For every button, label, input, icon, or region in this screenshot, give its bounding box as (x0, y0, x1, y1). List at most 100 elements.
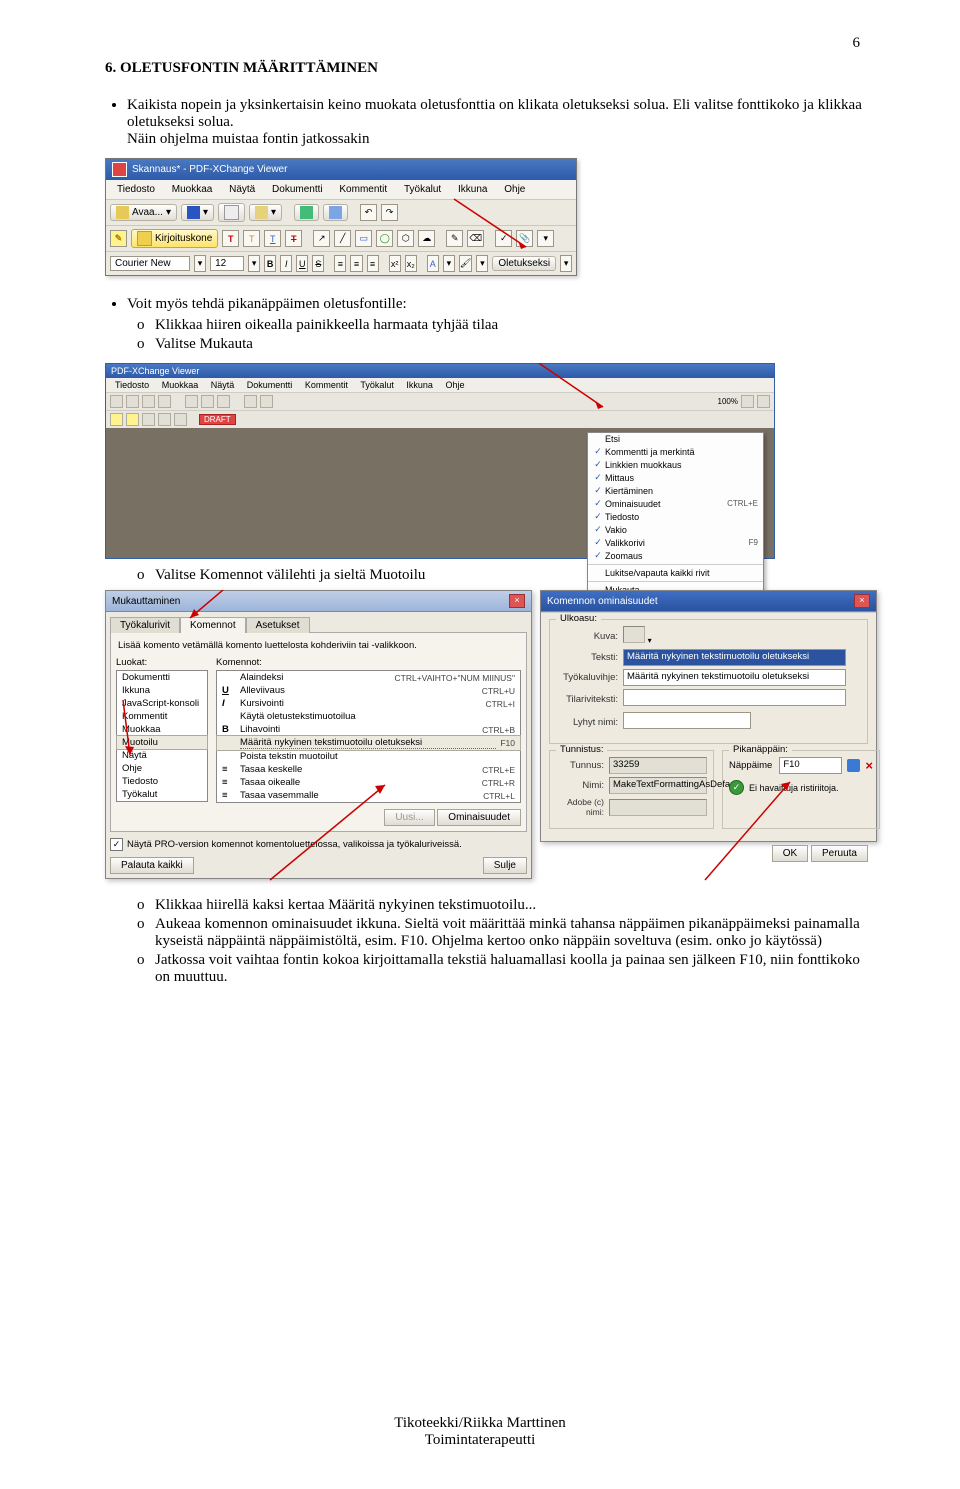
strike-tool-icon[interactable]: T (285, 230, 302, 247)
hotkey-field[interactable]: F10 (779, 757, 842, 774)
chevron-down-icon[interactable]: ▾ (476, 255, 488, 272)
font-name-input[interactable]: Courier New (110, 256, 190, 271)
toolbar-icon[interactable] (244, 395, 257, 408)
lyhyt-field[interactable] (623, 712, 751, 729)
sup-icon[interactable]: x² (389, 255, 401, 272)
mail-button[interactable]: ▾ (249, 204, 282, 221)
font-color-icon[interactable]: A (427, 255, 439, 272)
menu-item[interactable]: Muokkaa (165, 182, 220, 197)
list-item[interactable]: Muotoilu (116, 735, 208, 750)
tab-komennot[interactable]: Komennot (180, 617, 246, 633)
context-item[interactable]: ✓Vakio (588, 523, 763, 536)
list-item[interactable]: JavaScript-konsoli (117, 697, 207, 710)
fill-color-icon[interactable]: 🖌 (459, 255, 472, 272)
context-item[interactable]: ✓Kommentti ja merkintä (588, 445, 763, 458)
uusi-button[interactable]: Uusi... (384, 809, 434, 826)
oval-tool-icon[interactable]: ◯ (376, 230, 393, 247)
highlight-icon[interactable]: ✎ (110, 230, 127, 247)
toolbar-icon[interactable] (126, 395, 139, 408)
list-item[interactable]: Kommentit (117, 710, 207, 723)
context-item[interactable]: Etsi (588, 433, 763, 445)
strike-icon[interactable]: S (312, 255, 324, 272)
save-button[interactable]: ▾ (181, 204, 214, 221)
context-item[interactable]: ✓Tiedosto (588, 510, 763, 523)
toolbar-icon[interactable] (757, 395, 770, 408)
palauta-button[interactable]: Palauta kaikki (110, 857, 194, 874)
context-item[interactable]: ✓Zoomaus (588, 549, 763, 562)
list-item[interactable]: Käytä oletustekstimuotoilua (217, 710, 520, 723)
context-item[interactable]: ✓Mittaus (588, 471, 763, 484)
menu-item[interactable]: Kommentit (300, 379, 353, 391)
arrow-tool-icon[interactable]: ↗ (313, 230, 330, 247)
align-right-icon[interactable]: ≡ (367, 255, 379, 272)
list-item[interactable]: ≡Tasaa vasemmalleCTRL+L (217, 789, 520, 802)
highlight-tool-icon[interactable]: T (243, 230, 260, 247)
context-item-lock[interactable]: Lukitse/vapauta kaikki rivit (588, 567, 763, 579)
underline-icon[interactable]: U (296, 255, 308, 272)
context-item[interactable]: ✓Linkkien muokkaus (588, 458, 763, 471)
poly-tool-icon[interactable]: ⬡ (397, 230, 414, 247)
context-item[interactable]: ✓ValikkoriviF9 (588, 536, 763, 549)
ominaisuudet-button[interactable]: Ominaisuudet (437, 809, 521, 826)
undo-icon[interactable]: ↶ (360, 204, 377, 221)
menu-item[interactable]: Ikkuna (401, 379, 438, 391)
menu-item[interactable]: Tiedosto (110, 379, 154, 391)
align-center-icon[interactable]: ≡ (350, 255, 362, 272)
list-item[interactable]: IKursivointiCTRL+I (217, 697, 520, 710)
list-item[interactable]: Poista tekstin muotoilut (217, 750, 520, 763)
rect-tool-icon[interactable]: ▭ (355, 230, 372, 247)
chevron-down-icon[interactable]: ▾ (248, 255, 260, 272)
clear-icon[interactable]: × (865, 758, 873, 773)
oletukseksi-button[interactable]: Oletukseksi (492, 256, 556, 271)
chevron-down-icon[interactable]: ▾ (443, 255, 455, 272)
toolbar-icon[interactable] (741, 395, 754, 408)
menu-item[interactable]: Muokkaa (157, 379, 204, 391)
more-icon[interactable]: ▾ (537, 230, 554, 247)
tab-tyokalurivit[interactable]: Työkalurivit (110, 617, 180, 633)
redo-icon[interactable]: ↷ (381, 204, 398, 221)
list-item[interactable]: ≡Tasaa oikealleCTRL+R (217, 776, 520, 789)
print-button[interactable] (218, 203, 245, 222)
list-item[interactable]: Ohje (117, 762, 207, 775)
menu-item[interactable]: Dokumentti (265, 182, 330, 197)
eraser-tool-icon[interactable]: ⌫ (467, 230, 484, 247)
list-item[interactable]: Työkalut (117, 788, 207, 801)
context-item[interactable]: ✓Kiertäminen (588, 484, 763, 497)
text-tool-icon[interactable]: T (222, 230, 239, 247)
chevron-down-icon[interactable]: ▾ (560, 255, 572, 272)
workspace[interactable]: Etsi✓Kommentti ja merkintä✓Linkkien muok… (106, 428, 774, 558)
chevron-down-icon[interactable]: ▾ (194, 255, 206, 272)
line-tool-icon[interactable]: ╱ (334, 230, 351, 247)
kuva-field[interactable] (623, 626, 645, 643)
toolbar-icon[interactable] (142, 413, 155, 426)
scan-button[interactable] (294, 204, 319, 221)
tilarivi-field[interactable] (623, 689, 846, 706)
toolbar-icon[interactable] (217, 395, 230, 408)
align-left-icon[interactable]: ≡ (334, 255, 346, 272)
menu-item[interactable]: Työkalut (397, 182, 448, 197)
menu-item[interactable]: Ohje (497, 182, 532, 197)
list-item[interactable]: Tiedosto (117, 775, 207, 788)
teksti-field[interactable]: Määritä nykyinen tekstimuotoilu oletukse… (623, 649, 846, 666)
toolbar-icon[interactable] (158, 413, 171, 426)
draft-stamp[interactable]: DRAFT (199, 414, 236, 425)
context-item[interactable]: ✓OminaisuudetCTRL+E (588, 497, 763, 510)
komennot-listbox[interactable]: AlaindeksiCTRL+VAIHTO+"NUM MIINUS"UAllev… (216, 670, 521, 803)
kirjoituskone-button[interactable]: Kirjoituskone (131, 229, 218, 248)
menu-item[interactable]: Dokumentti (242, 379, 298, 391)
list-item[interactable]: Dokumentti (117, 671, 207, 684)
list-item[interactable]: Määritä nykyinen tekstimuotoilu oletukse… (216, 735, 521, 751)
menu-item[interactable]: Tiedosto (110, 182, 162, 197)
bold-icon[interactable]: B (264, 255, 276, 272)
ocr-button[interactable] (323, 204, 348, 221)
menu-item[interactable]: Ohje (440, 379, 469, 391)
toolbar-icon[interactable] (260, 395, 273, 408)
open-button[interactable]: Avaa... ▾ (110, 204, 177, 221)
sub-icon[interactable]: x₂ (405, 255, 417, 272)
tab-asetukset[interactable]: Asetukset (246, 617, 310, 633)
menu-item[interactable]: Työkalut (355, 379, 399, 391)
close-icon[interactable]: × (509, 594, 525, 608)
font-size-input[interactable]: 12 (210, 256, 244, 271)
list-item[interactable]: UAlleviivausCTRL+U (217, 684, 520, 697)
menu-item[interactable]: Näytä (222, 182, 262, 197)
